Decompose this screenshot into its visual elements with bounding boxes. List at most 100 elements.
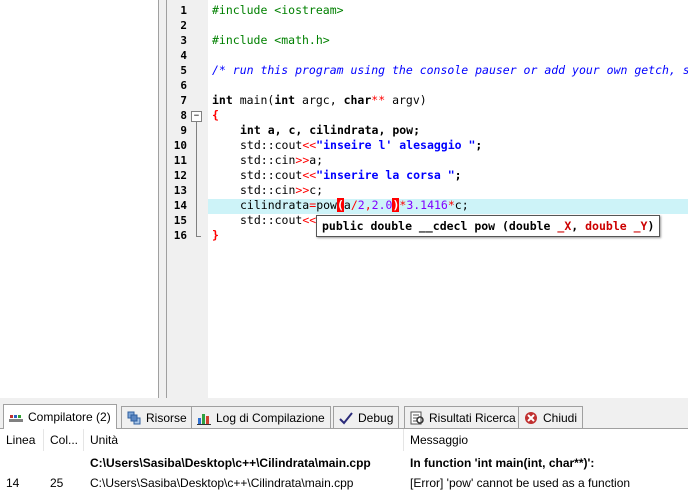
fold-line	[196, 122, 197, 236]
code-line-10[interactable]: std::cout<<"inseire l' alesaggio ";	[240, 138, 482, 152]
code-line-1[interactable]: #include <iostream>	[212, 3, 344, 17]
compiler-messages-table[interactable]: Linea Col... Unità Messaggio C:\Users\Sa…	[0, 429, 688, 497]
tab-label: Compilatore (2)	[28, 410, 111, 424]
fold-end	[196, 236, 201, 237]
function-signature-tooltip: public double __cdecl pow (double _X, do…	[316, 215, 661, 237]
tooltip-param: _X	[557, 219, 572, 233]
code-line-7[interactable]: int main(int argc, char** argv)	[212, 93, 427, 107]
number-literal: 2	[357, 198, 365, 212]
tab-log-di-compilazione[interactable]: Log di Compilazione	[191, 406, 331, 428]
tab-debug[interactable]: Debug	[333, 406, 400, 428]
keyword: int	[274, 93, 296, 107]
code-text: a	[343, 198, 351, 212]
code-text: c;	[309, 183, 324, 197]
code-editor[interactable]: 1 2 3 4 5 6 7 8 9 10 11 12 13 14 15 16 −…	[166, 0, 688, 398]
tab-label: Risultati Ricerca	[429, 410, 516, 425]
close-icon	[523, 410, 539, 426]
operator: ,	[364, 198, 372, 212]
operator: *	[447, 198, 455, 212]
keyword: int	[240, 123, 261, 137]
cell-message: [Error] 'pow' cannot be used as a functi…	[410, 476, 631, 490]
code-line-16[interactable]: }	[212, 228, 219, 242]
keyword: char	[343, 93, 372, 107]
matched-paren: (	[336, 198, 344, 212]
line-number: 16	[173, 229, 187, 242]
keyword: int	[212, 93, 233, 107]
code-text: ;	[454, 168, 462, 182]
column-header-linea[interactable]: Linea	[0, 429, 44, 451]
code-text: a, c, cilindrata, pow;	[260, 123, 421, 137]
code-line-15[interactable]: std::cout<<	[240, 213, 316, 227]
line-number: 9	[180, 124, 187, 137]
string-literal: "inserire la corsa "	[316, 168, 455, 182]
table-row[interactable]: C:\Users\Sasiba\Desktop\c++\Cilindrata\m…	[0, 453, 688, 473]
code-line-9[interactable]: int a, c, cilindrata, pow;	[240, 123, 420, 137]
operator: <<	[302, 168, 317, 182]
number-literal: 2.0	[371, 198, 393, 212]
project-browser-pane[interactable]	[0, 0, 159, 398]
code-text: a;	[309, 153, 324, 167]
code-text: std::cout	[240, 168, 303, 182]
code-text: std::cin	[240, 153, 296, 167]
operator: >>	[295, 153, 310, 167]
column-header-col[interactable]: Col...	[44, 429, 84, 451]
fold-toggle[interactable]: −	[191, 111, 202, 122]
line-number: 11	[173, 154, 187, 167]
code-line-5[interactable]: /* run this program using the console pa…	[212, 63, 688, 77]
code-line-12[interactable]: std::cout<<"inserire la corsa ";	[240, 168, 462, 182]
string-literal: "inseire l' alesaggio "	[316, 138, 476, 152]
splitter[interactable]	[159, 0, 166, 398]
table-row[interactable]: 14 25 C:\Users\Sasiba\Desktop\c++\Cilind…	[0, 473, 688, 493]
line-number: 13	[173, 184, 187, 197]
bottom-tab-bar: Compilatore (2) Risorse Log di Compilazi…	[0, 404, 688, 429]
code-text: argc,	[295, 93, 344, 107]
cell-message: In function 'int main(int, char**)':	[410, 456, 595, 470]
code-line-8[interactable]: {	[212, 108, 219, 122]
line-number: 1	[180, 4, 187, 17]
code-text: pow	[316, 198, 337, 212]
code-text: std::cout	[240, 138, 303, 152]
code-line-11[interactable]: std::cin>>a;	[240, 153, 323, 167]
line-number: 14	[173, 199, 187, 212]
line-number: 4	[180, 49, 187, 62]
line-number: 6	[180, 79, 187, 92]
line-number: 10	[173, 139, 187, 152]
line-number: 2	[180, 19, 187, 32]
tab-risorse[interactable]: Risorse	[121, 406, 193, 428]
tooltip-param: double _Y	[585, 219, 648, 233]
tab-label: Log di Compilazione	[216, 410, 325, 425]
code-line-3[interactable]: #include <math.h>	[212, 33, 330, 47]
column-header-unita[interactable]: Unità	[84, 429, 404, 451]
code-text: ;	[475, 138, 483, 152]
tooltip-text: ,	[571, 219, 586, 233]
code-text: main(	[232, 93, 275, 107]
chart-icon	[196, 410, 212, 426]
operator: <<	[302, 213, 317, 227]
cell-line	[0, 453, 44, 473]
code-line-14[interactable]: cilindrata=pow(a/2,2.0)*3.1416*c;	[240, 198, 469, 212]
cell-line: 14	[6, 476, 20, 490]
operator: >>	[295, 183, 310, 197]
tab-label: Debug	[358, 410, 394, 425]
line-number: 3	[180, 34, 187, 47]
tooltip-text: )	[647, 219, 655, 233]
code-text: std::cout	[240, 213, 303, 227]
code-text: argv)	[385, 93, 427, 107]
check-icon	[338, 410, 354, 426]
code-line-13[interactable]: std::cin>>c;	[240, 183, 323, 197]
tab-chiudi[interactable]: Chiudi	[518, 406, 584, 428]
line-number: 12	[173, 169, 187, 182]
column-header-messaggio[interactable]: Messaggio	[404, 429, 688, 451]
line-number: 15	[173, 214, 187, 227]
tab-risultati-ricerca[interactable]: Risultati Ricerca	[404, 406, 522, 428]
line-number: 7	[180, 94, 187, 107]
number-literal: 3.1416	[406, 198, 448, 212]
tab-label: Risorse	[146, 410, 187, 425]
code-text: cilindrata	[240, 198, 310, 212]
tab-label: Chiudi	[543, 410, 578, 425]
search-results-icon	[409, 410, 425, 426]
cell-unit: C:\Users\Sasiba\Desktop\c++\Cilindrata\m…	[90, 456, 371, 470]
tab-compilatore[interactable]: Compilatore (2)	[3, 404, 117, 429]
code-text: std::cin	[240, 183, 296, 197]
cell-col: 25	[50, 476, 64, 490]
